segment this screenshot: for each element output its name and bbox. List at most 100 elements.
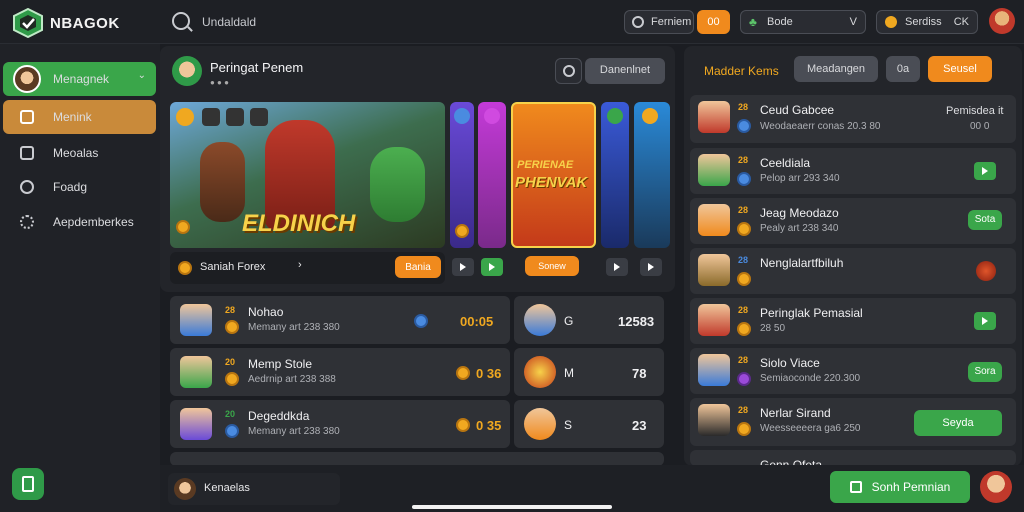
row-mid: S: [564, 418, 573, 432]
download-button[interactable]: Danenlnet: [585, 58, 665, 84]
sidebar-item-profile[interactable]: Menagnek ⌄: [3, 62, 156, 96]
item-name: Nerlar Sirand: [760, 406, 831, 420]
clipboard-icon[interactable]: [12, 468, 44, 500]
filter-pill[interactable]: Ferniem: [624, 10, 694, 34]
featured-caption-bar: Saniah Forex › Bania: [170, 252, 445, 284]
coin-icon: [176, 220, 190, 234]
row-name: Nohao: [248, 305, 284, 319]
user-chip[interactable]: Kenaelas: [168, 473, 340, 505]
row-subtitle: Aedrnip art 238 388: [248, 374, 336, 385]
item-action-button[interactable]: Seyda: [914, 410, 1002, 436]
row-subtitle: Memany art 238 380: [248, 426, 340, 437]
thumb-action-1[interactable]: [452, 258, 474, 276]
profile-avatar[interactable]: [989, 8, 1015, 34]
game-thumb-3[interactable]: PERIENAE PHENVAK: [511, 102, 596, 248]
sidebar-item-meoalas[interactable]: Meoalas: [3, 136, 156, 170]
game-thumb-2[interactable]: [478, 102, 506, 248]
banner-icon-b: [226, 108, 244, 126]
chevron-down-icon: ⌄: [137, 70, 146, 81]
game-thumb-5[interactable]: [634, 102, 670, 248]
row-time: 0 35: [476, 418, 502, 433]
thumb-action-3[interactable]: [606, 258, 628, 276]
right-list-item[interactable]: 28 Nerlar Sirand Weesseeeera ga6 250 Sey…: [690, 398, 1016, 446]
document-icon: [20, 110, 34, 124]
featured-banner[interactable]: ELDINICH: [170, 102, 445, 248]
account-pill-suffix: CK: [953, 16, 969, 28]
item-right-bottom: 00 0: [970, 121, 990, 132]
row-time: 0 36: [476, 366, 502, 381]
right-list-item[interactable]: 28 Jeag Meodazo Pealy art 238 340 Sota: [690, 198, 1016, 244]
list-row-right[interactable]: M 78: [514, 348, 664, 396]
row-value: 12583: [618, 314, 655, 329]
play-button[interactable]: [974, 312, 996, 330]
profile-avatar[interactable]: [980, 471, 1012, 503]
level-badge: 28: [738, 405, 749, 415]
search-input[interactable]: Undaldald: [202, 15, 256, 29]
timer-pill[interactable]: 00: [697, 10, 730, 34]
sidebar-item-label: Menink: [53, 110, 92, 124]
play-button[interactable]: [974, 162, 996, 180]
timer-pill-label: 00: [707, 16, 720, 28]
thumb-play-button[interactable]: Sonew: [525, 256, 579, 276]
right-list-item[interactable]: Genn Ofeta: [690, 450, 1016, 466]
item-name: Ceud Gabcee: [760, 103, 835, 117]
tab-seusel[interactable]: Seusel: [928, 56, 992, 82]
thumb-icon: [484, 108, 500, 124]
tab-meadangen[interactable]: Meadangen: [794, 56, 878, 82]
filter-pill-label: Ferniem: [651, 16, 692, 28]
tab-0a[interactable]: 0a: [886, 56, 920, 82]
right-list-item[interactable]: 28 Peringlak Pemasial 28 50: [690, 298, 1016, 344]
right-list-item[interactable]: 28 Siolo Viace Semiaoconde 220.300 Sora: [690, 348, 1016, 394]
level-badge: 28: [738, 305, 749, 315]
coin-icon: [414, 314, 428, 328]
game-thumb-1[interactable]: [450, 102, 474, 248]
refresh-button[interactable]: [555, 58, 582, 84]
game-thumb-4[interactable]: [601, 102, 629, 248]
sidebar-item-label: Foadg: [53, 180, 88, 194]
sidebar-item-menink[interactable]: Menink: [3, 100, 156, 134]
right-list-item[interactable]: 28 Nenglalartfbiluh: [690, 248, 1016, 294]
avatar: [174, 478, 196, 500]
list-row[interactable]: 20 Degeddkda Memany art 238 380 0 35: [170, 400, 510, 448]
list-row[interactable]: 28 Nohao Memany art 238 380 00:05: [170, 296, 510, 344]
list-row[interactable]: 20 Memp Stole Aedrnip art 238 388 0 36: [170, 348, 510, 396]
play-button[interactable]: Bania: [395, 256, 441, 278]
item-action-button[interactable]: Sora: [968, 362, 1002, 382]
list-row-partial[interactable]: [170, 452, 664, 466]
list-row-right[interactable]: S 23: [514, 400, 664, 448]
item-name: Nenglalartfbiluh: [760, 256, 844, 270]
thumb-action-4[interactable]: [640, 258, 662, 276]
account-pill[interactable]: Serdiss CK: [876, 10, 978, 34]
play-button-label: Bania: [405, 262, 431, 273]
avatar: [180, 304, 212, 336]
list-row-right[interactable]: G 12583: [514, 296, 664, 344]
mode-select[interactable]: ♣ Bode V: [740, 10, 866, 34]
search-icon[interactable]: [172, 12, 190, 30]
download-button-label: Danenlnet: [599, 64, 651, 76]
item-subtitle: Weesseeeera ga6 250: [760, 423, 861, 434]
level-badge: 28: [738, 355, 749, 365]
avatar: [524, 408, 556, 440]
item-action-label: Sota: [974, 214, 996, 225]
avatar: [524, 304, 556, 336]
cta-icon: [849, 481, 862, 493]
right-list-item[interactable]: 28 Ceeldiala Pelop arr 293 340: [690, 148, 1016, 194]
banner-title: ELDINICH: [242, 210, 356, 237]
thumb-icon: [642, 108, 658, 124]
shield-icon: [176, 108, 194, 126]
avatar: [698, 204, 730, 236]
sidebar-item-label: Menagnek: [53, 72, 110, 86]
thumb-action-2[interactable]: [481, 258, 503, 276]
right-list-item[interactable]: 28 Ceud Gabcee Weodaeaerr conas 20.3 80 …: [690, 95, 1016, 143]
item-action-button[interactable]: Sota: [968, 210, 1002, 230]
cta-button[interactable]: Sonh Pemnian: [830, 471, 970, 503]
row-subtitle: Memany art 238 380: [248, 322, 340, 333]
gamepad-icon: [20, 180, 34, 194]
app-logo-text: NBAGOK: [50, 15, 120, 32]
chevron-down-icon: V: [849, 16, 857, 28]
coin-icon: [737, 172, 751, 186]
sidebar-item-foadg[interactable]: Foadg: [3, 170, 156, 204]
sidebar-item-aepdemberkes[interactable]: Aepdemberkes: [3, 205, 156, 239]
record-icon[interactable]: [976, 261, 996, 281]
thumb-icon: [454, 108, 470, 124]
